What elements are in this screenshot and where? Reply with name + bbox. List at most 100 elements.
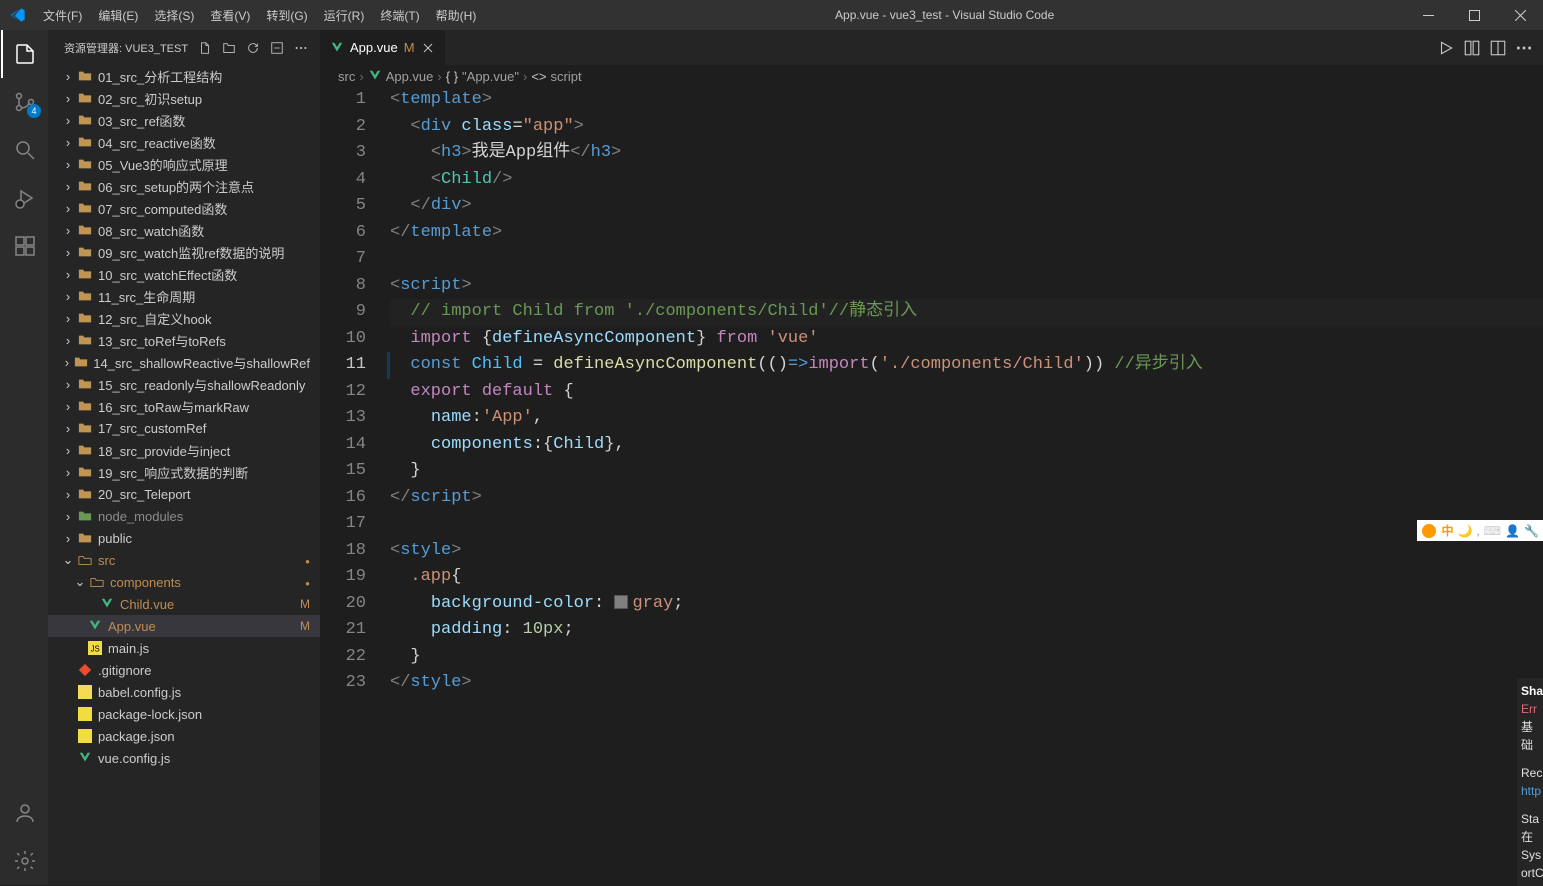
minimize-button[interactable] (1405, 0, 1451, 30)
new-folder-icon[interactable] (218, 37, 240, 59)
more-icon[interactable] (290, 37, 312, 59)
run-icon[interactable] (1437, 39, 1455, 57)
tree-folder[interactable]: ›01_src_分析工程结构 (48, 65, 320, 87)
tree-vue-config[interactable]: vue.config.js (48, 747, 320, 769)
sidebar-header: 资源管理器: VUE3_TEST (48, 30, 320, 65)
more-icon[interactable] (1515, 39, 1533, 57)
activity-bar: 4 (0, 30, 48, 885)
menu-view[interactable]: 查看(V) (202, 7, 258, 24)
tree-folder[interactable]: ›17_src_customRef (48, 417, 320, 439)
json-icon (76, 729, 94, 743)
file-tree[interactable]: ›01_src_分析工程结构 ›02_src_初识setup ›03_src_r… (48, 65, 320, 885)
tree-package-lock[interactable]: package-lock.json (48, 703, 320, 725)
new-file-icon[interactable] (194, 37, 216, 59)
activity-search[interactable] (1, 126, 49, 174)
git-status-m: M (300, 619, 310, 633)
ime-toolbar[interactable]: 中 🌙 , ⌨ 👤 🔧 (1417, 520, 1543, 541)
editor-area: App.vue M src › App.vue › { } "App.vue" … (320, 30, 1543, 885)
menu-help[interactable]: 帮助(H) (428, 7, 485, 24)
window-title: App.vue - vue3_test - Visual Studio Code (484, 8, 1405, 22)
tree-public[interactable]: ›public (48, 527, 320, 549)
code-editor[interactable]: 12345 678910 1112131415 1617181920 21222… (320, 87, 1543, 885)
maximize-button[interactable] (1451, 0, 1497, 30)
activity-explorer[interactable] (1, 30, 49, 78)
json-icon (76, 707, 94, 721)
vue-icon (76, 751, 94, 765)
breadcrumb-script[interactable]: script (551, 69, 582, 84)
tree-folder[interactable]: ›05_Vue3的响应式原理 (48, 153, 320, 175)
tree-folder[interactable]: ›04_src_reactive函数 (48, 131, 320, 153)
menu-file[interactable]: 文件(F) (35, 7, 90, 24)
tree-child-vue[interactable]: Child.vueM (48, 593, 320, 615)
tree-folder[interactable]: ›16_src_toRaw与markRaw (48, 395, 320, 417)
tree-folder[interactable]: ›07_src_computed函数 (48, 197, 320, 219)
vue-icon (98, 597, 116, 611)
menu-terminal[interactable]: 终端(T) (372, 7, 427, 24)
menu-selection[interactable]: 选择(S) (146, 7, 202, 24)
ime-lang[interactable]: 中 (1441, 522, 1453, 539)
tree-folder[interactable]: ›14_src_shallowReactive与shallowRef (48, 351, 320, 373)
breadcrumb-src[interactable]: src (338, 69, 355, 84)
menu-go[interactable]: 转到(G) (258, 7, 315, 24)
vue-icon (330, 41, 344, 55)
tree-package-json[interactable]: package.json (48, 725, 320, 747)
close-button[interactable] (1497, 0, 1543, 30)
tag-icon: <> (531, 69, 546, 84)
tree-folder[interactable]: ›12_src_自定义hook (48, 307, 320, 329)
activity-account[interactable] (1, 789, 49, 837)
tree-folder[interactable]: ›18_src_provide与inject (48, 439, 320, 461)
folder-icon (76, 509, 94, 523)
collapse-icon[interactable] (266, 37, 288, 59)
svg-text:JS: JS (91, 645, 100, 654)
tree-folder[interactable]: ›02_src_初识setup (48, 87, 320, 109)
tree-components[interactable]: ⌄components (48, 571, 320, 593)
tree-folder[interactable]: ›15_src_readonly与shallowReadonly (48, 373, 320, 395)
activity-extensions[interactable] (1, 222, 49, 270)
wrench-icon[interactable]: 🔧 (1524, 524, 1539, 538)
window-controls (1405, 0, 1543, 30)
tree-folder[interactable]: ›13_src_toRef与toRefs (48, 329, 320, 351)
editor-tabs: App.vue M (320, 30, 1543, 65)
tree-folder[interactable]: ›09_src_watch监视ref数据的说明 (48, 241, 320, 263)
ime-logo-icon (1421, 523, 1437, 539)
menu-edit[interactable]: 编辑(E) (90, 7, 146, 24)
panel-title: Sha (1521, 682, 1539, 700)
breadcrumb[interactable]: src › App.vue › { } "App.vue" › <> scrip… (320, 65, 1543, 87)
activity-debug[interactable] (1, 174, 49, 222)
breadcrumb-root[interactable]: "App.vue" (462, 69, 519, 84)
line-gutter: 12345 678910 1112131415 1617181920 21222… (320, 87, 390, 885)
compare-icon[interactable] (1463, 39, 1481, 57)
git-status-m: M (300, 597, 310, 611)
tree-folder[interactable]: ›19_src_响应式数据的判断 (48, 461, 320, 483)
split-icon[interactable] (1489, 39, 1507, 57)
chevron-right-icon: › (60, 69, 76, 84)
tree-folder[interactable]: ›08_src_watch函数 (48, 219, 320, 241)
tree-folder[interactable]: ›11_src_生命周期 (48, 285, 320, 307)
activity-scm[interactable]: 4 (1, 78, 49, 126)
activity-settings[interactable] (1, 837, 49, 885)
tree-gitignore[interactable]: .gitignore (48, 659, 320, 681)
git-icon (76, 663, 94, 677)
babel-icon (76, 685, 94, 699)
refresh-icon[interactable] (242, 37, 264, 59)
tree-folder[interactable]: ›03_src_ref函数 (48, 109, 320, 131)
tree-babel-config[interactable]: babel.config.js (48, 681, 320, 703)
tree-folder[interactable]: ›10_src_watchEffect函数 (48, 263, 320, 285)
moon-icon[interactable]: 🌙 (1457, 524, 1472, 538)
breadcrumb-file[interactable]: App.vue (386, 69, 434, 84)
keyboard-icon[interactable]: ⌨ (1484, 524, 1501, 538)
tree-app-vue[interactable]: App.vueM (48, 615, 320, 637)
sidebar: 资源管理器: VUE3_TEST ›01_src_分析工程结构 ›02_src_… (48, 30, 320, 885)
user-icon[interactable]: 👤 (1505, 524, 1520, 538)
tree-folder[interactable]: ›20_src_Teleport (48, 483, 320, 505)
close-icon[interactable] (421, 41, 435, 55)
tree-node-modules[interactable]: ›node_modules (48, 505, 320, 527)
tree-src[interactable]: ⌄src (48, 549, 320, 571)
tree-main-js[interactable]: JSmain.js (48, 637, 320, 659)
git-modified-dot (305, 575, 310, 589)
tab-app-vue[interactable]: App.vue M (320, 30, 446, 65)
menu-run[interactable]: 运行(R) (316, 7, 373, 24)
git-modified-dot (305, 553, 310, 567)
code-content[interactable]: <template> <div class="app"> <h3>我是App组件… (390, 87, 1543, 885)
tree-folder[interactable]: ›06_src_setup的两个注意点 (48, 175, 320, 197)
